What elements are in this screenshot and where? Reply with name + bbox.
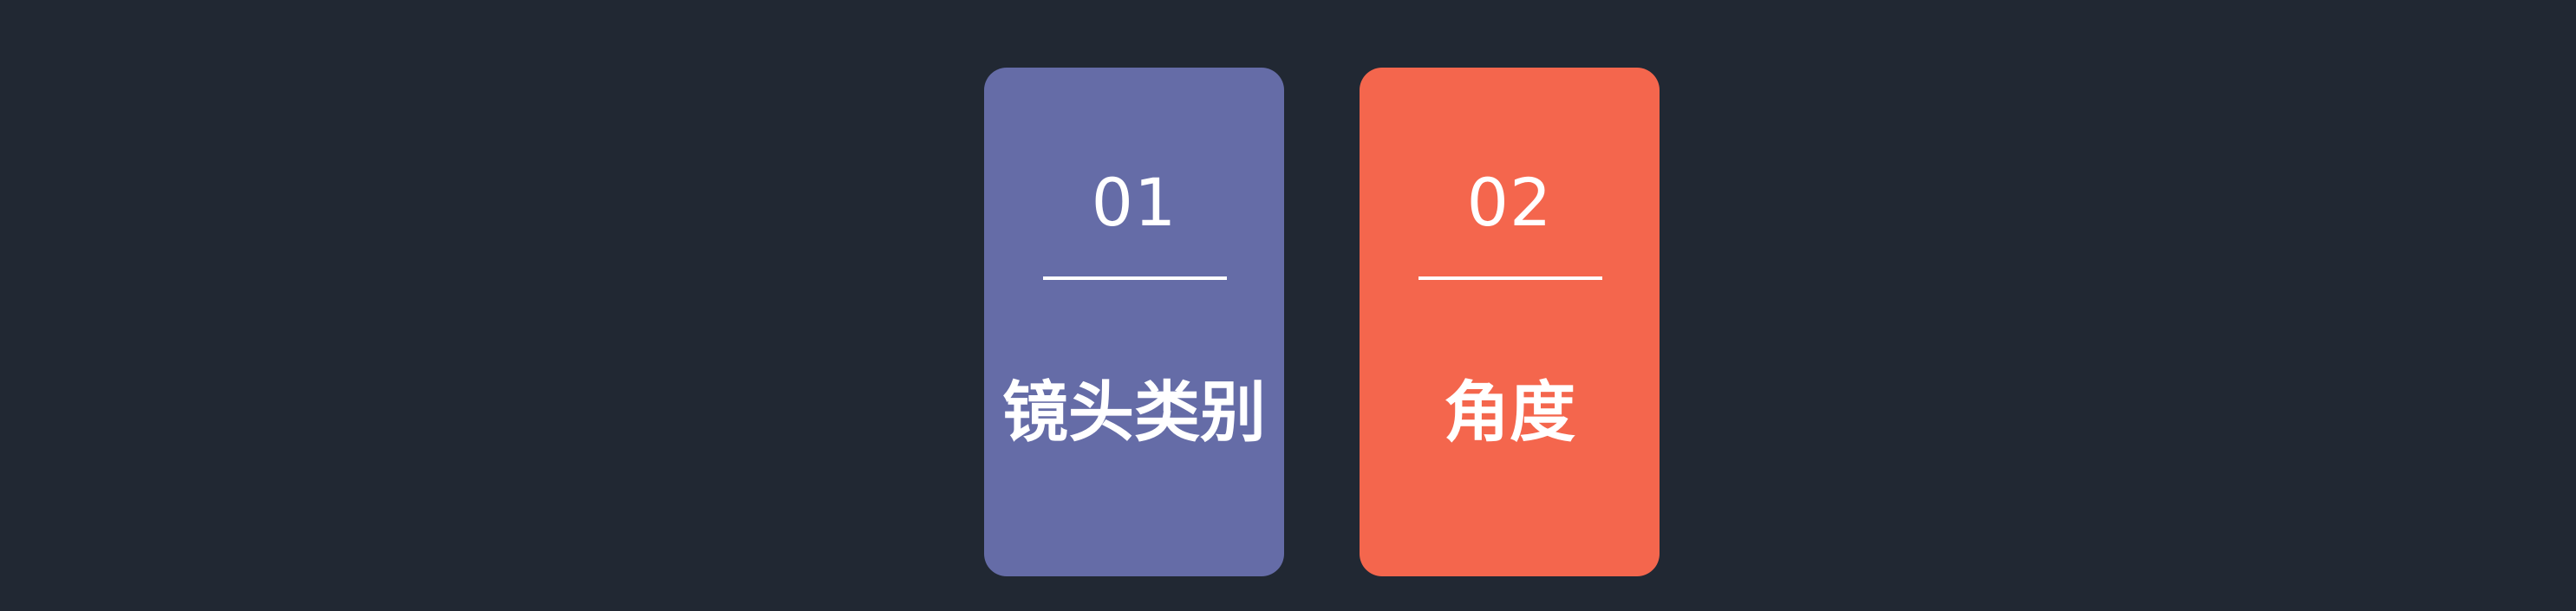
card-lens-category[interactable]: 01 镜头类别: [984, 68, 1284, 576]
card-number: 02: [1466, 164, 1553, 241]
card-number: 01: [1091, 164, 1177, 241]
card-label: 镜头类别: [1002, 374, 1266, 451]
card-divider: [1418, 276, 1602, 280]
card-divider: [1043, 276, 1227, 280]
slide-stage: 01 镜头类别 02 角度: [0, 0, 2576, 611]
card-angle[interactable]: 02 角度: [1360, 68, 1660, 576]
card-label: 角度: [1444, 374, 1575, 451]
